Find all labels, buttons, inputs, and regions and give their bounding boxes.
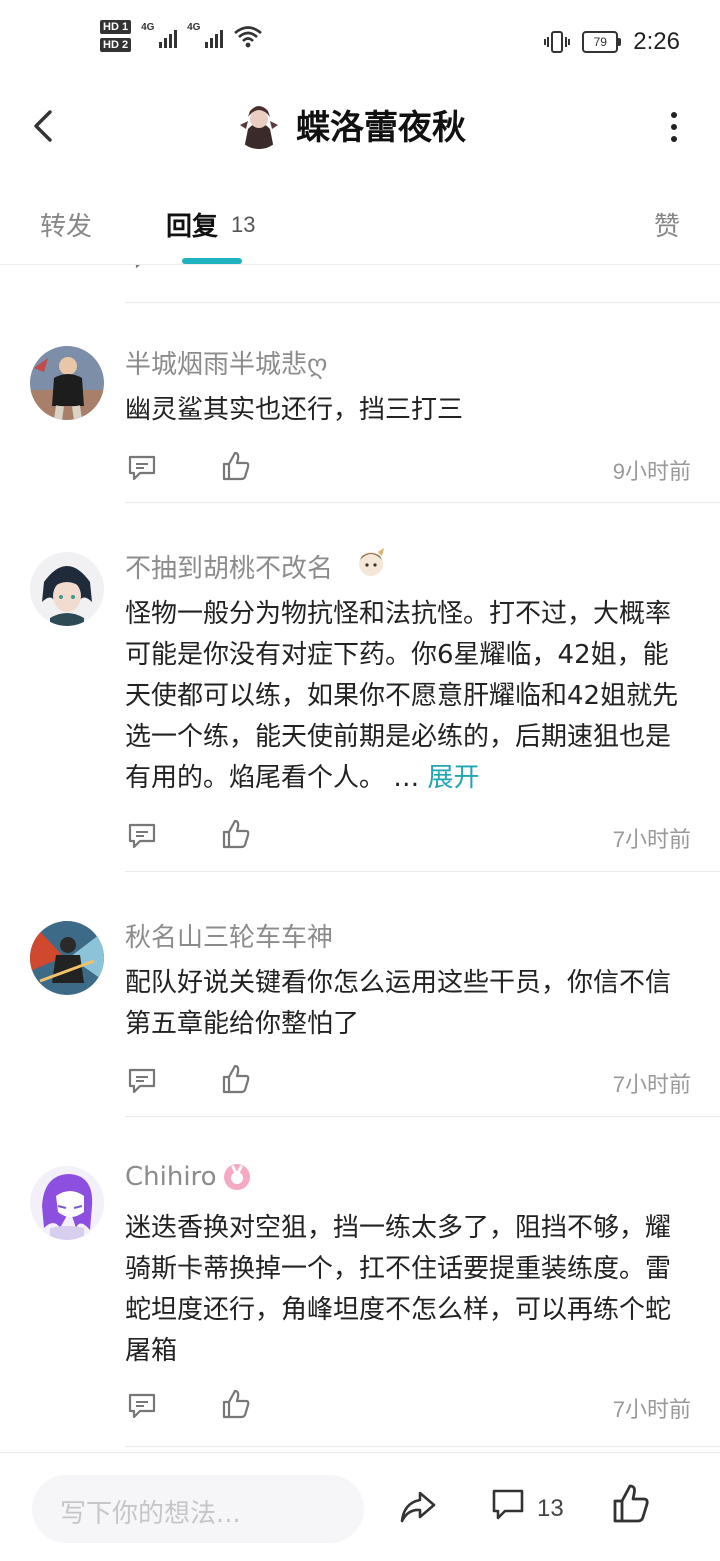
signal-icon-2: 4G <box>187 22 224 50</box>
app-header: 蝶洛蕾夜秋 <box>0 84 720 174</box>
commenter-avatar[interactable] <box>30 552 104 626</box>
commenter-avatar[interactable] <box>30 346 104 420</box>
battery-level: 79 <box>582 31 619 53</box>
user-badge-icon <box>224 1164 250 1190</box>
comment-text: 迷迭香换对空狙，挡一练太多了，阻挡不够，耀骑斯卡蒂换掉一个，扛不住话要提重装练度… <box>125 1213 672 1366</box>
wifi-icon <box>234 26 262 48</box>
more-icon[interactable] <box>668 112 680 144</box>
title-group[interactable]: 蝶洛蕾夜秋 <box>234 99 466 149</box>
reply-icon[interactable] <box>127 454 157 482</box>
commenter-avatar[interactable] <box>30 1166 104 1240</box>
comment-actions: 7小时前 <box>125 1063 691 1103</box>
comment-text: 配队好说关键看你怎么运用这些干员，你信不信第五章能给你整怕了 <box>125 968 672 1039</box>
reply-icon[interactable] <box>127 1067 157 1095</box>
commenter-avatar[interactable] <box>30 921 104 995</box>
comment-item[interactable]: 半城烟雨半城悲ღ 幽灵鲨其实也还行，挡三打三 9小时前 <box>0 302 720 502</box>
comment-input[interactable]: 写下你的想法... <box>32 1475 364 1543</box>
comment-time: 7小时前 <box>612 1072 691 1097</box>
back-icon[interactable] <box>26 104 66 148</box>
comment-actions: 7小时前 <box>125 818 691 858</box>
comment-time: 7小时前 <box>612 827 691 852</box>
comment-item[interactable]: 不抽到胡桃不改名 怪物一般分为物抗怪和法抗怪。打不过，大概率可能是你没有对症下药… <box>0 502 720 871</box>
signal-icon: 4G <box>141 22 178 50</box>
comment-list[interactable]: 半城烟雨半城悲ღ 幽灵鲨其实也还行，挡三打三 9小时前 不抽到胡桃不改名 怪物一… <box>0 264 720 1452</box>
share-icon[interactable] <box>398 1489 438 1525</box>
comment-actions: 9小时前 <box>125 450 691 490</box>
sim1-badge: HD 1 <box>100 20 132 34</box>
comment-text: 幽灵鲨其实也还行，挡三打三 <box>125 395 464 425</box>
sim2-badge: HD 2 <box>100 38 132 52</box>
vibrate-icon <box>544 31 571 53</box>
commenter-name[interactable]: Chihiro <box>125 1162 217 1192</box>
reply-icon[interactable] <box>127 822 157 850</box>
like-icon[interactable] <box>221 1063 251 1095</box>
like-icon[interactable] <box>221 450 251 482</box>
comment-item[interactable]: Chihiro 迷迭香换对空狙，挡一练太多了，阻挡不够，耀骑斯卡蒂换掉一个，扛不… <box>0 1116 720 1448</box>
user-badge-icon <box>359 548 384 576</box>
like-icon[interactable] <box>221 818 251 850</box>
comment-count[interactable]: 13 <box>537 1495 564 1523</box>
tab-indicator <box>182 258 242 264</box>
comment-text-body: 怪物一般分为物抗怪和法抗怪。打不过，大概率可能是你没有对症下药。你6星耀临，42… <box>125 599 679 793</box>
clock: 2:26 <box>633 28 680 55</box>
tab-reply-count[interactable]: 13 <box>231 212 255 238</box>
commenter-name[interactable]: 秋名山三轮车车神 <box>125 917 333 954</box>
status-right: 79 2:26 <box>544 28 680 56</box>
like-icon[interactable] <box>221 1388 251 1420</box>
user-avatar[interactable] <box>234 99 284 149</box>
comment-input-placeholder[interactable]: 写下你的想法... <box>60 1493 241 1530</box>
bottom-bar: 写下你的想法... 13 <box>0 1452 720 1561</box>
page-title: 蝶洛蕾夜秋 <box>296 107 466 148</box>
comment-time: 9小时前 <box>612 459 691 484</box>
like-button-icon[interactable] <box>612 1483 650 1525</box>
divider <box>125 1446 720 1447</box>
list-item-partial <box>0 264 720 284</box>
reply-icon[interactable] <box>127 1392 157 1420</box>
status-left: HD 1 HD 2 4G 4G <box>100 20 263 52</box>
expand-link[interactable]: 展开 <box>428 763 480 793</box>
battery-icon: 79 <box>582 31 622 53</box>
commenter-name[interactable]: 不抽到胡桃不改名 <box>125 548 333 585</box>
tab-reply[interactable]: 回复 <box>166 206 218 243</box>
comment-text: 怪物一般分为物抗怪和法抗怪。打不过，大概率可能是你没有对症下药。你6星耀临，42… <box>125 594 691 799</box>
tab-like[interactable]: 赞 <box>654 206 680 243</box>
status-bar: HD 1 HD 2 4G 4G 79 2:26 <box>0 0 720 84</box>
sim-indicators: HD 1 HD 2 <box>100 20 132 52</box>
comment-actions: 7小时前 <box>125 1388 691 1428</box>
commenter-name[interactable]: 半城烟雨半城悲ღ <box>125 344 327 381</box>
comment-item[interactable]: 秋名山三轮车车神 配队好说关键看你怎么运用这些干员，你信不信第五章能给你整怕了 … <box>0 871 720 1116</box>
comment-icon[interactable] <box>490 1487 526 1523</box>
comment-time: 7小时前 <box>612 1397 691 1422</box>
tab-forward[interactable]: 转发 <box>40 206 92 243</box>
tab-bar: 转发 回复 13 赞 <box>0 174 720 265</box>
